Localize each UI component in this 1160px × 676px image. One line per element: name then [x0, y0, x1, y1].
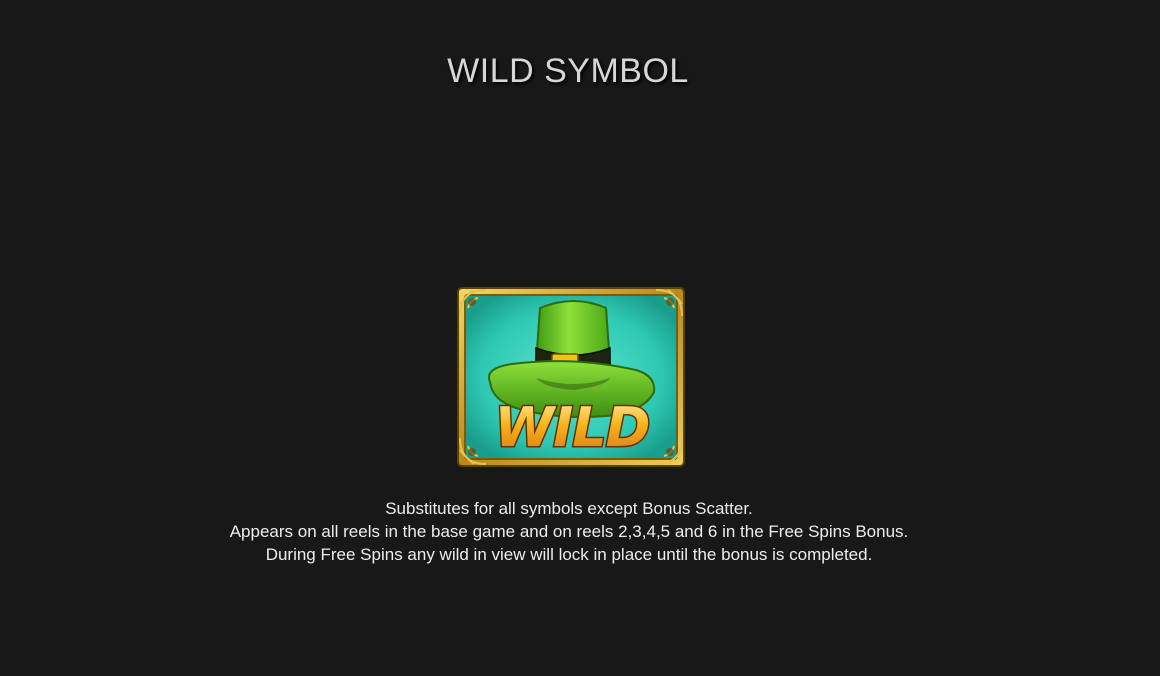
paytable-page: WILD SYMBOL WILD Substitutes for all sym… [0, 0, 1160, 676]
description-line: Substitutes for all symbols except Bonus… [385, 499, 753, 518]
symbol-description: Substitutes for all symbols except Bonus… [0, 497, 1138, 566]
wild-label: WILD [495, 396, 650, 459]
page-title: WILD SYMBOL [447, 52, 689, 90]
description-line: Appears on all reels in the base game an… [229, 522, 909, 541]
leprechaun-hat-wild-icon: WILD [457, 287, 685, 467]
wild-symbol-tile: WILD [456, 286, 686, 468]
description-line: During Free Spins any wild in view will … [265, 545, 873, 564]
